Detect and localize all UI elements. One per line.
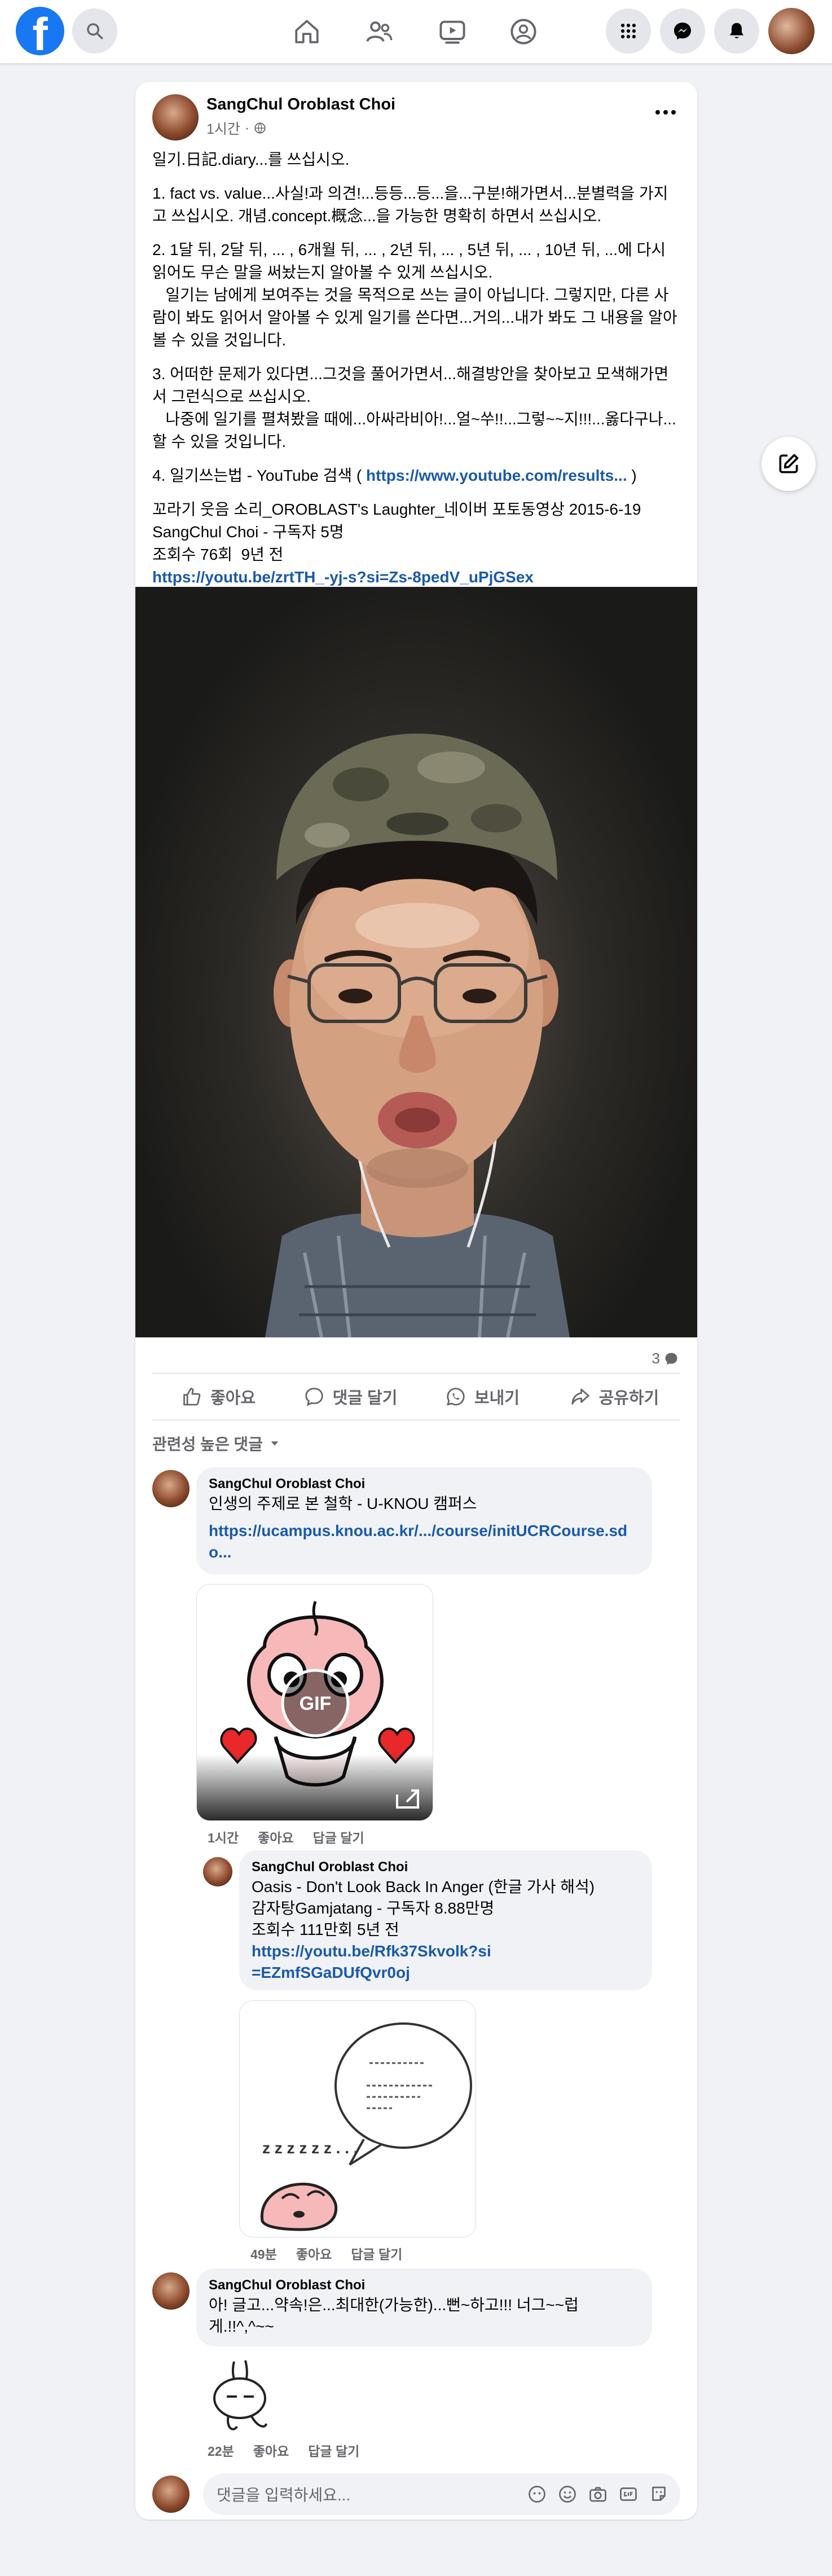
- video-stats: 조회수 76회 9년 전: [152, 546, 284, 563]
- sleeping-peach-sticker: z z z z z z . . .: [240, 2001, 476, 2237]
- post-paragraph: 1. fact vs. value...사실!과 의견!...등등...등...…: [152, 185, 668, 225]
- reply-link[interactable]: https://youtu.be/Rfk37Skvolk?si=EZmfSGaD…: [252, 1941, 494, 1983]
- messenger-icon: [673, 22, 692, 40]
- send-button[interactable]: 보내기: [416, 1373, 548, 1420]
- comment-avatar[interactable]: [152, 1470, 190, 1507]
- emoji-icon[interactable]: [557, 2484, 578, 2504]
- comment-button[interactable]: 댓글 달기: [284, 1373, 416, 1420]
- nav-home[interactable]: [289, 14, 325, 50]
- comment-bubble-icon: [665, 1353, 677, 1364]
- facebook-logo[interactable]: f: [16, 7, 64, 55]
- reply-actions: 49분 좋아요 답글 달기: [250, 2244, 402, 2263]
- reply-author[interactable]: SangChul Oroblast Choi: [252, 1858, 640, 1876]
- menu-button[interactable]: [606, 8, 651, 54]
- comment-actions: 22분 좋아요 답글 달기: [208, 2441, 359, 2460]
- post-card: SangChul Oroblast Choi 1시간 · 일기.日記.diary…: [135, 82, 697, 2520]
- notifications-icon: [730, 23, 743, 38]
- post-paragraph: 4. 일기쓰는법 - YouTube 검색 ( https://www.yout…: [152, 467, 637, 484]
- comment-reply-button[interactable]: 답글 달기: [308, 2441, 359, 2460]
- reply-like-button[interactable]: 좋아요: [296, 2244, 332, 2263]
- composer-avatar[interactable]: [152, 2476, 190, 2513]
- post-meta: 1시간 ·: [206, 118, 266, 138]
- post-paragraph: 2. 1달 뒤, 2달 뒤, ... , 6개월 뒤, ... , 2년 뒤, …: [152, 241, 677, 349]
- friends-icon: [366, 21, 393, 42]
- gif-label: GIF: [300, 1693, 332, 1714]
- author-avatar[interactable]: [152, 94, 199, 141]
- comment-link[interactable]: https://ucampus.knou.ac.kr/.../course/in…: [209, 1520, 640, 1563]
- camera-icon[interactable]: [588, 2484, 608, 2504]
- gif-icon[interactable]: [618, 2484, 639, 2504]
- nav-groups[interactable]: [505, 14, 542, 50]
- sticker-text: z z z z z z . . .: [262, 2139, 358, 2157]
- reply-avatar[interactable]: [203, 1857, 232, 1886]
- video-link[interactable]: https://youtu.be/zrtTH_-yj-s?si=Zs-8pedV…: [152, 566, 683, 589]
- comment-reply-button[interactable]: 답글 달기: [313, 1827, 364, 1846]
- menu-grid-icon: [620, 23, 636, 39]
- post-author-name[interactable]: SangChul Oroblast Choi: [206, 95, 395, 114]
- groups-icon: [510, 19, 536, 45]
- comment-time[interactable]: 1시간: [208, 1827, 239, 1846]
- video-channel: SangChul Choi - 구독자 5명: [152, 523, 344, 541]
- new-post-button[interactable]: [761, 437, 816, 491]
- post-body: 일기.日記.diary...를 쓰십시오. 1. fact vs. value.…: [152, 148, 683, 589]
- comment-sort-dropdown[interactable]: 관련성 높은 댓글: [152, 1432, 281, 1455]
- messenger-button[interactable]: [660, 8, 705, 54]
- globe-icon: [254, 122, 266, 134]
- video-title: 꼬라기 웃음 소리_OROBLAST's Laughter_네이버 포토동영상 …: [152, 501, 641, 518]
- nav-friends[interactable]: [361, 14, 397, 50]
- post-action-bar: 좋아요 댓글 달기 보내기 공유하기: [152, 1373, 680, 1420]
- comment-input[interactable]: 댓글을 입력하세요...: [203, 2473, 680, 2515]
- comment-avatar[interactable]: [152, 2272, 190, 2310]
- post-options-button[interactable]: [650, 101, 681, 124]
- whatsapp-icon: [447, 1388, 465, 1406]
- search-icon: [87, 23, 103, 40]
- comment-author[interactable]: SangChul Oroblast Choi: [209, 1475, 640, 1493]
- post-paragraph: 일기.日記.diary...를 쓰십시오.: [152, 151, 350, 168]
- comment-actions: 1시간 좋아요 답글 달기: [208, 1827, 364, 1846]
- top-navigation-bar: f: [0, 0, 832, 63]
- more-dot-icon: [655, 110, 660, 115]
- profile-avatar-button[interactable]: [768, 8, 815, 54]
- edit-icon: [779, 454, 799, 473]
- video-icon: [439, 20, 465, 44]
- avatar-sticker-icon[interactable]: [527, 2484, 547, 2504]
- comment-composer: 댓글을 입력하세요...: [152, 2473, 680, 2515]
- gif-sticker[interactable]: GIF: [196, 1584, 433, 1821]
- comment-bubble: SangChul Oroblast Choi 아! 글고...약속!은...최대…: [196, 2268, 652, 2346]
- reply-bubble: SangChul Oroblast Choi Oasis - Don't Loo…: [239, 1850, 652, 1990]
- post-time[interactable]: 1시간: [206, 118, 240, 138]
- reaction-count[interactable]: 3: [652, 1350, 679, 1367]
- nav-video[interactable]: [434, 14, 470, 50]
- home-icon: [295, 20, 319, 43]
- thumbs-up-icon: [183, 1388, 201, 1406]
- sleeping-sticker[interactable]: z z z z z z . . .: [239, 2000, 476, 2237]
- reply-line: 조회수 111만회 5년 전: [252, 1921, 399, 1938]
- comment-text: 인생의 주제로 본 철학 - U-KNOU 캠퍼스: [209, 1495, 477, 1512]
- share-icon: [571, 1388, 589, 1405]
- youtube-search-link[interactable]: https://www.youtube.com/results...: [366, 467, 627, 484]
- share-button[interactable]: 공유하기: [548, 1373, 680, 1420]
- comment-bubble: SangChul Oroblast Choi 인생의 주제로 본 철학 - U-…: [196, 1467, 652, 1574]
- bunny-sticker[interactable]: [203, 2356, 276, 2435]
- post-photo[interactable]: [135, 587, 697, 1337]
- comment-like-button[interactable]: 좋아요: [258, 1827, 293, 1846]
- peach-character-gif: GIF: [197, 1585, 433, 1820]
- like-button[interactable]: 좋아요: [152, 1373, 284, 1420]
- comment-like-button[interactable]: 좋아요: [253, 2441, 289, 2460]
- reply-line: Oasis - Don't Look Back In Anger (한글 가사 …: [252, 1878, 595, 1895]
- comment-text: 아! 글고...약속!은...최대한(가능한)...뻔~하고!!! 너그~~럽게…: [209, 2296, 579, 2335]
- reply-reply-button[interactable]: 답글 달기: [351, 2244, 402, 2263]
- comment-time[interactable]: 22분: [208, 2441, 234, 2460]
- bunny-sticker-image: [213, 2360, 267, 2430]
- post-paragraph: 3. 어떠한 문제가 있다면...그것을 풀어가면서...해결방안을 찾아보고 …: [152, 365, 676, 450]
- caret-down-icon: [271, 1441, 279, 1446]
- search-button[interactable]: [72, 8, 117, 54]
- comment-icon: [305, 1388, 323, 1406]
- reply-time[interactable]: 49분: [250, 2244, 277, 2263]
- reply-line: 감자탕Gamjatang - 구독자 8.88만명: [252, 1899, 495, 1917]
- comment-author[interactable]: SangChul Oroblast Choi: [209, 2276, 640, 2294]
- notifications-button[interactable]: [714, 8, 759, 54]
- sticker-icon[interactable]: [649, 2484, 669, 2504]
- selfie-image: [265, 734, 570, 1337]
